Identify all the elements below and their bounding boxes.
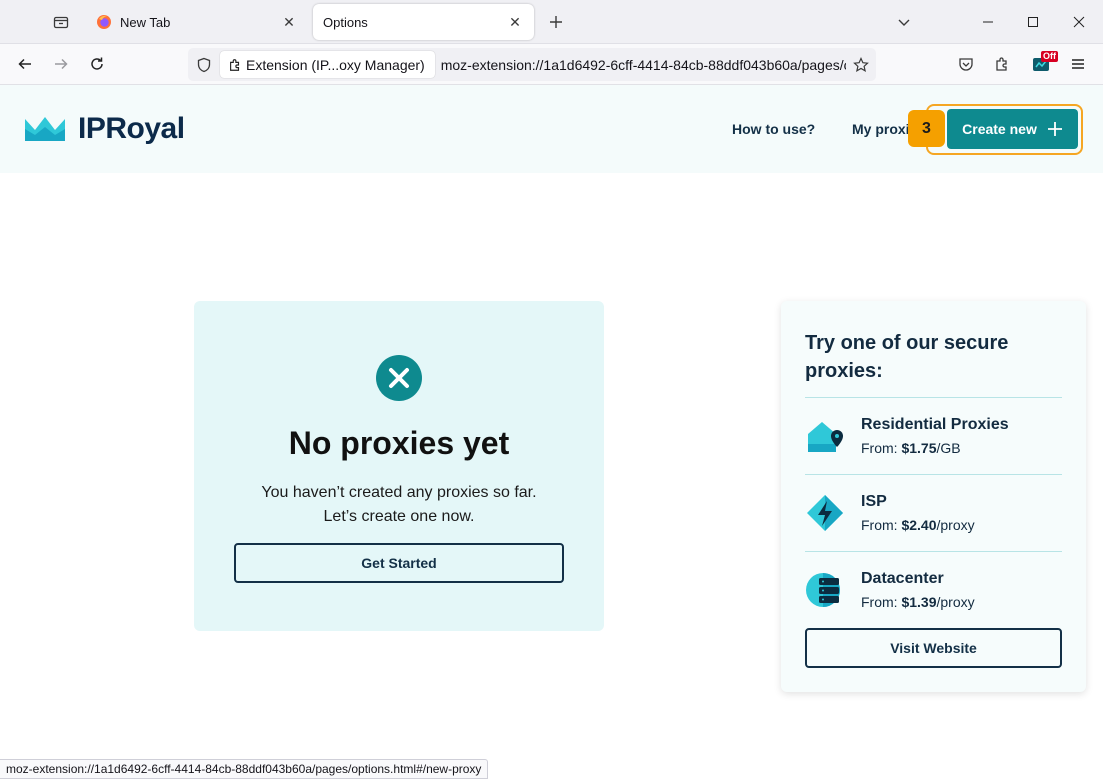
- empty-state-card: No proxies yet You haven’t created any p…: [194, 301, 604, 631]
- list-all-tabs-button[interactable]: [44, 6, 78, 38]
- house-pin-icon: [808, 422, 843, 452]
- tab-overflow-button[interactable]: [885, 6, 923, 38]
- logo-text: IPRoyal: [78, 112, 185, 145]
- divider: [805, 551, 1062, 552]
- tab-new-tab[interactable]: New Tab ✕: [86, 4, 308, 40]
- star-icon: [853, 56, 869, 72]
- empty-state-title: No proxies yet: [288, 425, 510, 461]
- error-x-icon: [376, 355, 422, 401]
- plus-icon: [550, 16, 562, 28]
- minimize-button[interactable]: [969, 6, 1007, 38]
- arrow-right-icon: [55, 58, 68, 70]
- forward-button[interactable]: [45, 48, 77, 80]
- tab-strip: New Tab ✕ Options ✕: [0, 0, 1103, 44]
- close-icon: [1073, 16, 1085, 28]
- close-window-button[interactable]: [1060, 6, 1098, 38]
- minimize-icon: [983, 21, 993, 23]
- site-identity-button[interactable]: Extension (IP...oxy Manager): [220, 51, 435, 78]
- tab-list-icon: [53, 16, 69, 29]
- app-menu-button[interactable]: [1062, 48, 1094, 80]
- puzzle-icon: [230, 58, 240, 71]
- tracking-protection-button[interactable]: [188, 48, 220, 81]
- proxy-name: Residential Proxies: [861, 416, 1009, 433]
- puzzle-icon: [996, 57, 1007, 71]
- tab-options[interactable]: Options ✕: [313, 4, 534, 40]
- server-icon: [806, 573, 840, 607]
- plus-icon: [1047, 122, 1062, 136]
- proxy-price: From: $1.39/proxy: [861, 594, 975, 610]
- divider: [805, 397, 1062, 398]
- arrow-left-icon: [18, 58, 31, 70]
- promo-title: Try one of our secure proxies:: [805, 332, 1009, 382]
- visit-website-button[interactable]: Visit Website: [805, 628, 1062, 668]
- reload-button[interactable]: [81, 48, 113, 80]
- bookmark-button[interactable]: [846, 48, 876, 81]
- divider: [805, 474, 1062, 475]
- proxy-item-datacenter: Datacenter From: $1.39/proxy: [805, 564, 1062, 624]
- hamburger-menu-icon: [1072, 59, 1084, 69]
- nav-my-proxies[interactable]: My proxies: [852, 121, 912, 137]
- back-button[interactable]: [9, 48, 41, 80]
- navigation-toolbar: Extension (IP...oxy Manager) moz-extensi…: [0, 44, 1103, 85]
- logo: IPRoyal: [24, 111, 185, 147]
- proxy-price: From: $1.75/GB: [861, 440, 961, 456]
- close-tab-icon[interactable]: ✕: [280, 13, 298, 31]
- shield-icon: [197, 57, 211, 72]
- lightning-icon: [807, 495, 843, 531]
- close-tab-icon[interactable]: ✕: [506, 13, 524, 31]
- proxy-item-isp: ISP From: $2.40/proxy: [805, 487, 1062, 547]
- empty-state-message: Let’s create one now.: [323, 508, 475, 525]
- proxy-price: From: $2.40/proxy: [861, 517, 975, 533]
- extensions-button[interactable]: [986, 48, 1018, 80]
- site-identity-label: Extension (IP...oxy Manager): [246, 56, 425, 73]
- proxy-name: Datacenter: [861, 570, 944, 587]
- url-bar[interactable]: Extension (IP...oxy Manager) moz-extensi…: [188, 48, 876, 81]
- get-started-button[interactable]: Get Started: [234, 543, 564, 583]
- proxy-name: ISP: [861, 493, 887, 510]
- tab-title: New Tab: [120, 14, 171, 30]
- proxy-promo-card: Try one of our secure proxies: Residenti…: [781, 301, 1086, 692]
- status-bar-url: moz-extension://1a1d6492-6cff-4414-84cb-…: [0, 759, 489, 779]
- firefox-icon: [96, 14, 112, 30]
- empty-state-message: You haven’t created any proxies so far.: [261, 484, 537, 501]
- tab-title: Options: [323, 14, 368, 30]
- crown-logo-icon: [25, 117, 65, 141]
- create-new-button[interactable]: Create new: [947, 109, 1078, 149]
- chevron-down-icon: [898, 19, 910, 26]
- step-badge: 3: [908, 110, 945, 147]
- proxy-extension-button[interactable]: Off: [1025, 48, 1058, 80]
- off-badge: Off: [1041, 51, 1058, 62]
- proxy-item-residential: Residential Proxies From: $1.75/GB: [805, 410, 1062, 470]
- nav-how-to-use[interactable]: How to use?: [732, 121, 815, 137]
- url-text[interactable]: moz-extension://1a1d6492-6cff-4414-84cb-…: [441, 57, 846, 73]
- maximize-icon: [1028, 17, 1038, 27]
- new-tab-button[interactable]: [542, 8, 570, 36]
- pocket-button[interactable]: [950, 48, 982, 80]
- maximize-button[interactable]: [1014, 6, 1052, 38]
- pocket-icon: [959, 58, 973, 71]
- site-header: IPRoyal How to use? My proxies Create ne…: [0, 85, 1103, 173]
- reload-icon: [91, 57, 103, 70]
- create-new-label: Create new: [962, 121, 1037, 137]
